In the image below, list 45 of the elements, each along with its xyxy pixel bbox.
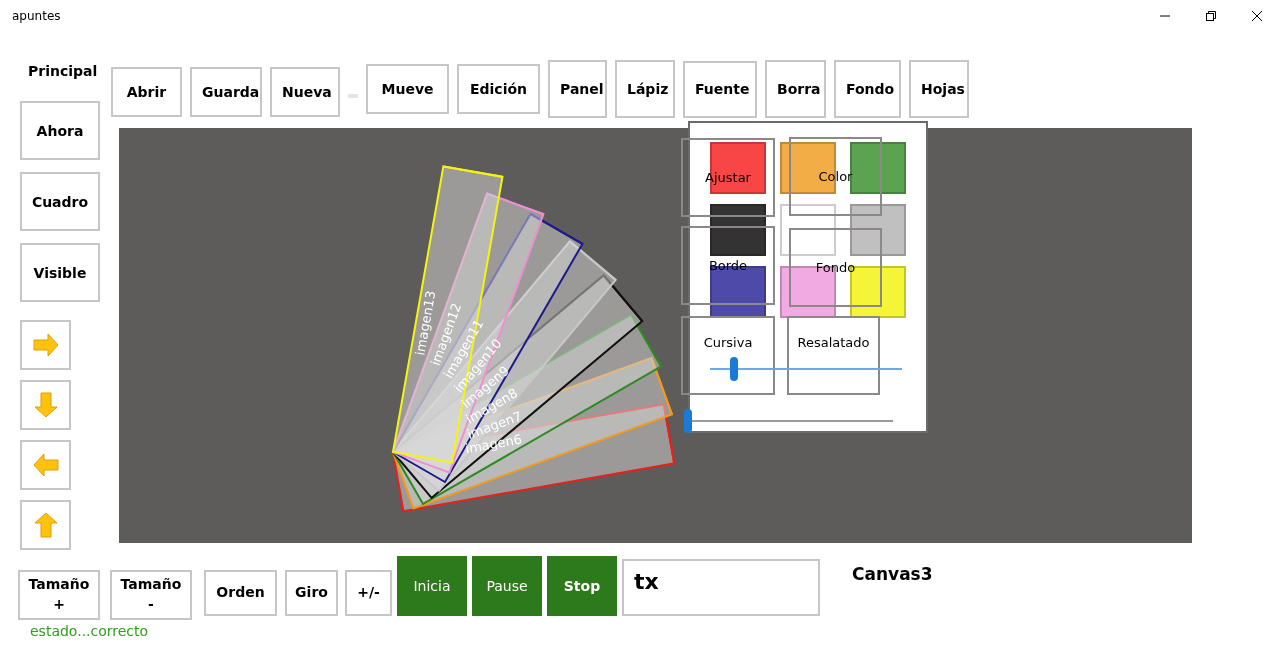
toolbar-button[interactable]: Borra: [765, 60, 826, 118]
side-button[interactable]: Cuadro: [20, 172, 100, 231]
color-swatch[interactable]: [710, 204, 766, 256]
status-text: estado...correcto: [30, 623, 150, 639]
action-button[interactable]: Giro: [285, 570, 338, 616]
toolbar-button[interactable]: Fuente: [683, 60, 757, 118]
action-button[interactable]: Orden: [204, 570, 277, 616]
slider-thumb[interactable]: [684, 409, 692, 433]
format-option-button[interactable]: Cursiva: [681, 316, 775, 395]
color-swatch[interactable]: [780, 204, 836, 256]
up-arrow-button[interactable]: [20, 500, 71, 550]
left-arrow-button[interactable]: [20, 440, 71, 490]
action-button[interactable]: Stop: [547, 556, 617, 616]
format-option-button[interactable]: Fondo: [789, 228, 882, 307]
toolbar-button[interactable]: Edición: [457, 64, 540, 114]
right-arrow-button[interactable]: [20, 320, 71, 370]
arrow-right-icon: [31, 331, 60, 359]
window-title: apuntes: [12, 9, 61, 23]
action-button[interactable]: +/-: [345, 570, 392, 616]
toolbar-button[interactable]: Nueva: [270, 67, 340, 117]
restore-icon: [1205, 10, 1217, 22]
slider-thumb[interactable]: [730, 357, 739, 381]
color-swatch[interactable]: [850, 204, 906, 256]
toolbar-button[interactable]: Guarda: [190, 67, 262, 117]
toolbar-button[interactable]: Hojas: [909, 60, 969, 118]
canvas-name: Canvas3: [852, 564, 933, 584]
format-option-button[interactable]: Resalatado: [787, 316, 880, 395]
close-icon: [1251, 10, 1263, 22]
action-button[interactable]: Tamaño -: [110, 570, 192, 620]
arrow-left-icon: [31, 451, 60, 479]
action-button[interactable]: Inicia: [397, 556, 467, 616]
side-button[interactable]: Ahora: [20, 101, 100, 160]
down-arrow-button[interactable]: [20, 380, 71, 430]
toolbar-button[interactable]: Lápiz: [615, 60, 675, 118]
action-button[interactable]: Tamaño +: [18, 570, 100, 620]
toolbar-button[interactable]: Fondo: [834, 60, 901, 118]
toolbar-button[interactable]: Abrir: [111, 67, 182, 117]
format-option-button[interactable]: Borde: [681, 226, 775, 305]
text-field[interactable]: tx: [622, 559, 820, 616]
toolbar-button[interactable]: Mueve: [366, 64, 449, 114]
action-button[interactable]: Pause: [472, 556, 542, 616]
section-label: Principal: [28, 63, 98, 79]
side-button[interactable]: Visible: [20, 243, 100, 302]
format-option-button[interactable]: Color: [789, 137, 882, 216]
toolbar-button[interactable]: Panel: [548, 60, 607, 118]
